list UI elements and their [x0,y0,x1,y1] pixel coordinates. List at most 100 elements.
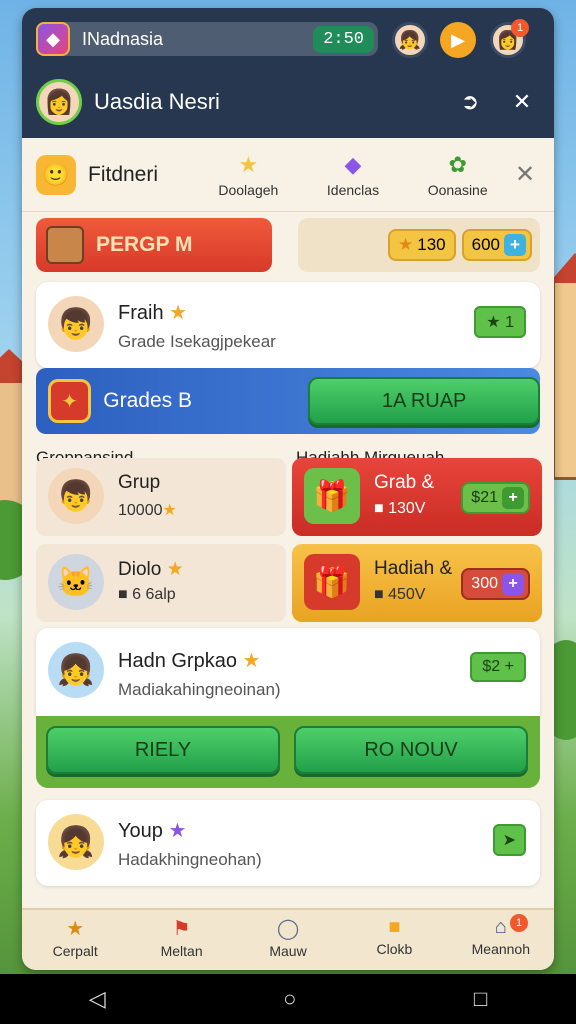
shuffle-icon[interactable]: ✕ [504,89,540,115]
friend-card-1[interactable]: 👦 Fraih ★ Grade Isekagjpekear ★ 1 [36,282,540,368]
house-right [549,253,576,480]
tab-label: Oonasine [427,181,488,198]
grab-card[interactable]: 🎁 Grab & ■ 130V $21 + [292,458,542,536]
tab-label: Doolageh [218,181,279,198]
search-text: INadnasia [82,28,164,49]
friend-name: Fraih ★ [118,302,188,324]
level-badge[interactable]: $2 + [470,652,526,682]
join-now-button[interactable]: RO NOUV [294,726,528,774]
add-coins-button[interactable]: + [504,234,526,256]
home-icon: ⌂ [494,916,507,938]
nav-label: Cerpalt [52,943,98,959]
nav-cerpalt[interactable]: ★ Cerpalt [22,910,128,970]
tab-idenclas[interactable]: ◆ Idenclas [301,152,406,198]
star-count: 130 [417,235,446,254]
recents-icon[interactable]: □ [474,986,487,1012]
search-bar[interactable]: ◆ INadnasia 2:50 [36,22,378,56]
friend-card-2[interactable]: 👧 Hadn Grpkao ★ Madiakahingneoinan) $2 + [36,628,540,716]
star-icon: ★ [238,151,259,177]
coin-counter: 600 + [461,229,532,261]
friend-avatar[interactable]: 👧 [392,22,428,58]
gift-icon: 🎁 [304,468,360,524]
emblem-icon: ✦ [48,379,92,423]
nav-meltan[interactable]: ⚑ Meltan [128,910,234,970]
nav-label: Mauw [269,943,307,959]
user-avatar[interactable]: 👩 [36,79,82,125]
diolo-value: ■ 6 6alp [118,586,176,603]
avatar: 👦 [48,296,104,352]
nav-notification-badge: 1 [510,914,529,932]
hadiah-price-button[interactable]: 300 + [461,568,530,600]
user-row: 👩 Uasdia Nesri ➲ ✕ [36,78,540,126]
hadiah-value: ■ 450V [374,586,426,603]
cat-avatar: 🐱 [48,554,104,610]
friend-subtitle: Hadakhingneohan) [118,850,262,869]
back-icon[interactable]: ◁ [89,986,106,1012]
grup-value: 10000★ [118,502,177,519]
coin-count: 600 [471,235,500,254]
currency-box: ★ 130 600 + [298,218,540,272]
hadiah-card[interactable]: 🎁 Hadiah & ■ 450V 300 + [292,544,542,622]
friend-subtitle: Grade Isekagjpekear [118,332,276,351]
level-badge[interactable]: ★ 1 [474,306,526,338]
shield-icon: ◯ [276,918,300,940]
group-banner[interactable]: PERGP M [36,218,272,272]
group-banner-label: PERGP M [96,233,193,256]
bottom-nav: ★ Cerpalt ⚑ Meltan ◯ Mauw ■ Clokb ⌂ Meannoh 1 [22,908,554,970]
avatar: 👧 [48,642,104,698]
avatar: 👦 [48,468,104,524]
star-counter: ★ 130 [388,229,456,261]
star-icon: ★ [398,235,414,254]
tab-bar: 🙂 Fitdneri ★ Doolageh ◆ Idenclas ✿ Oonas… [22,138,554,212]
main-panel: ◆ INadnasia 2:50 👧 ▶ 👩 1 👩 Uasdia Nesri … [22,8,554,970]
tab-doolageh[interactable]: ★ Doolageh [196,152,301,198]
grade-strip: ✦ Grades B 1A RUAP [36,368,540,434]
notification-badge: 1 [511,19,529,37]
top-bar: ◆ INadnasia 2:50 👧 ▶ 👩 1 👩 Uasdia Nesri … [22,8,554,138]
home-circle-icon[interactable]: ○ [283,986,296,1012]
friend-name: Youp ★ [118,820,187,842]
grup-card[interactable]: 👦 Grup 10000★ [36,458,286,536]
grab-price-button[interactable]: $21 + [461,482,530,514]
chest-icon: 🎁 [304,554,360,610]
gem-icon: ◆ [344,151,362,177]
tab-oonasine[interactable]: ✿ Oonasine [405,152,510,198]
join-button[interactable]: 1A RUAP [308,377,540,425]
close-icon[interactable]: ✕ [510,160,540,189]
hadiah-title: Hadiah & [374,558,453,579]
nav-mauw[interactable]: ◯ Mauw [235,910,341,970]
grup-title: Grup [118,472,161,493]
play-icon[interactable]: ▶ [440,22,476,58]
ready-button[interactable]: RIELY [46,726,280,774]
nav-meannoh[interactable]: ⌂ Meannoh 1 [448,910,554,970]
button-row: RIELY RO NOUV [36,716,540,788]
nav-label: Clokb [376,941,413,957]
nav-label: Meannoh [471,941,531,957]
grab-value: ■ 130V [374,500,426,517]
diolo-title: Diolo ★ [118,559,184,580]
avatar: 👧 [48,814,104,870]
grab-title: Grab & [374,472,435,493]
nav-clokb[interactable]: ■ Clokb [341,910,447,970]
timer: 2:50 [313,25,374,53]
chest-icon [46,226,84,264]
system-nav-bar: ◁ ○ □ [0,974,576,1024]
flag-icon: ⚑ [172,918,191,940]
smiley-icon: 🙂 [36,154,76,195]
leaf-icon: ✿ [448,151,467,177]
friend-card-3[interactable]: 👧 Youp ★ Hadakhingneohan) ➤ [36,800,540,886]
diolo-card[interactable]: 🐱 Diolo ★ ■ 6 6alp [36,544,286,622]
send-icon[interactable]: ➤ [492,824,526,856]
user-name: Uasdia Nesri [94,89,220,114]
banner-row: PERGP M ★ 130 600 + [36,218,540,274]
app-logo-icon[interactable]: ◆ [36,22,70,56]
tab-main[interactable]: 🙂 Fitdneri [36,154,196,195]
compass-icon[interactable]: ➲ [452,89,488,115]
star-icon: ★ [66,918,85,940]
friend-name: Hadn Grpkao ★ [118,650,261,672]
tab-main-label: Fitdneri [88,162,159,186]
box-icon: ■ [388,916,401,938]
profile-avatar[interactable]: 👩 1 [490,19,529,58]
grade-label: Grades B [103,389,193,412]
tab-label: Idenclas [326,181,380,198]
